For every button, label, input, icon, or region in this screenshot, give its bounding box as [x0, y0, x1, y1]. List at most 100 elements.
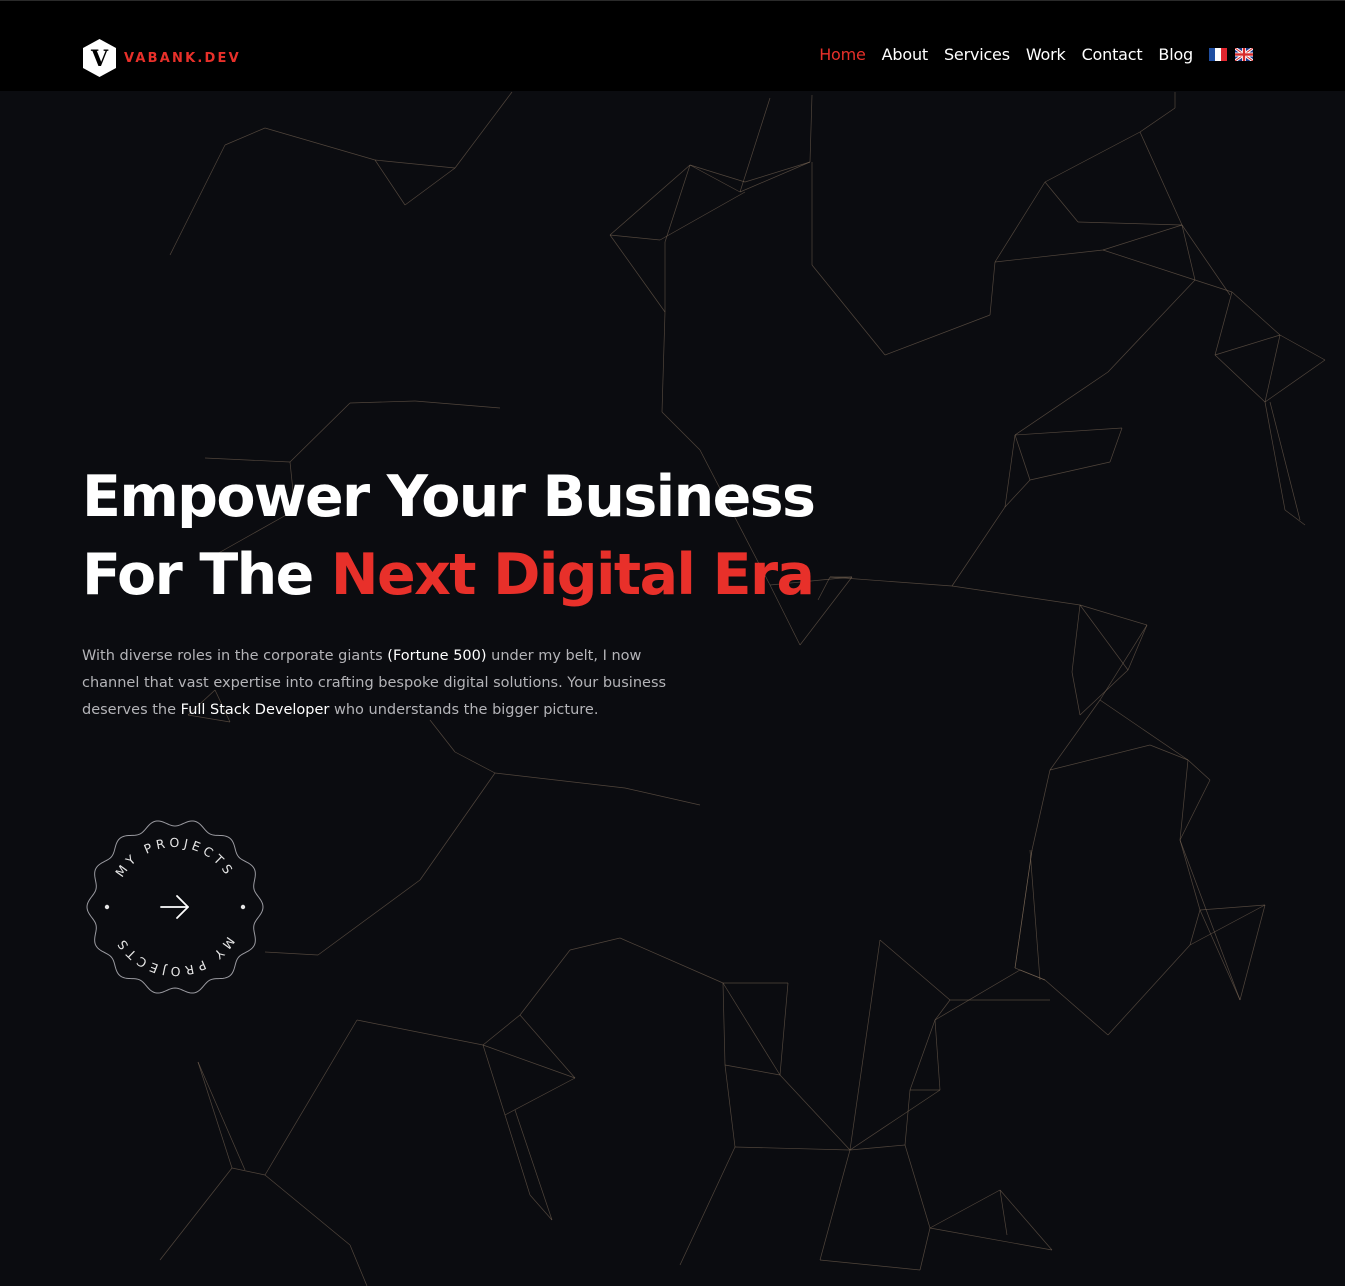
network-line — [999, 1189, 1053, 1251]
network-line — [739, 161, 811, 193]
network-line — [1139, 107, 1176, 133]
arrow-right-icon — [160, 895, 189, 919]
network-line — [197, 1061, 246, 1171]
network-line — [734, 1146, 851, 1151]
network-line — [904, 1089, 911, 1146]
network-line — [934, 1019, 941, 1091]
network-line — [909, 1019, 936, 1091]
network-line — [1214, 354, 1266, 403]
network-line — [624, 787, 701, 806]
network-line — [819, 1259, 921, 1271]
hero-description: With diverse roles in the corporate gian… — [82, 643, 672, 724]
my-projects-badge: MY PROJECTS MY PROJECTS — [86, 820, 264, 994]
network-line — [569, 937, 621, 951]
network-line — [661, 411, 701, 451]
main-nav: Home About Services Work Contact Blog — [819, 45, 1253, 64]
network-line — [169, 144, 226, 256]
network-line — [739, 97, 771, 193]
network-line — [264, 951, 319, 956]
nav-link-services[interactable]: Services — [944, 45, 1010, 64]
logo-hexagon-icon: V — [83, 39, 116, 77]
network-line — [1014, 427, 1123, 436]
network-line — [744, 161, 811, 183]
network-line — [1044, 181, 1079, 223]
network-line — [1127, 624, 1148, 671]
site-logo[interactable]: V VABANK.DEV — [82, 38, 241, 78]
network-line — [661, 311, 666, 413]
network-line — [849, 939, 881, 1151]
network-line — [1181, 224, 1231, 296]
network-line — [1189, 909, 1201, 946]
network-line — [1071, 671, 1081, 716]
network-line — [1019, 969, 1046, 981]
network-line — [1107, 944, 1191, 1036]
network-line — [482, 1044, 576, 1079]
network-line — [374, 159, 406, 206]
network-line — [1079, 604, 1129, 671]
network-line — [779, 1074, 851, 1151]
network-line — [849, 1089, 941, 1151]
network-line — [419, 772, 496, 881]
network-line — [317, 879, 421, 956]
nav-link-contact[interactable]: Contact — [1082, 45, 1143, 64]
network-line — [779, 982, 789, 1076]
network-line — [1199, 909, 1241, 1001]
network-line — [1179, 759, 1189, 841]
network-line — [1187, 759, 1211, 781]
badge-dot-left — [104, 904, 110, 910]
network-line — [722, 982, 726, 1066]
network-line — [722, 982, 781, 1076]
network-line — [414, 400, 501, 409]
network-line — [1214, 291, 1233, 356]
network-line — [619, 937, 724, 984]
brand-name: VABANK.DEV — [124, 50, 241, 66]
network-line — [811, 264, 886, 356]
network-line — [1181, 224, 1196, 281]
network-line — [1077, 221, 1183, 226]
network-line — [197, 1061, 233, 1169]
nav-link-home[interactable]: Home — [819, 45, 866, 64]
network-line — [929, 1189, 1001, 1229]
network-line — [1044, 131, 1141, 183]
network-line — [1102, 224, 1183, 251]
network-line — [989, 261, 996, 316]
network-line — [609, 234, 661, 241]
network-line — [454, 91, 513, 169]
network-line — [1004, 479, 1031, 508]
network-line — [231, 1167, 266, 1176]
network-line — [724, 1064, 781, 1076]
nav-link-blog[interactable]: Blog — [1158, 45, 1193, 64]
network-line — [356, 1019, 484, 1046]
network-line — [1014, 371, 1109, 436]
network-line — [482, 1044, 506, 1116]
nav-link-about[interactable]: About — [882, 45, 929, 64]
network-line — [1107, 279, 1196, 373]
network-line — [904, 1144, 931, 1229]
network-line — [264, 1019, 358, 1176]
network-line — [659, 191, 746, 241]
flag-fr-icon[interactable] — [1209, 48, 1227, 61]
hero-title-line1: Empower Your Business — [82, 464, 816, 530]
network-line — [1031, 769, 1051, 851]
network-line — [349, 1244, 368, 1286]
nav-link-work[interactable]: Work — [1026, 45, 1066, 64]
logo-letter: V — [90, 46, 109, 72]
network-line — [1079, 604, 1148, 626]
network-line — [679, 1146, 736, 1266]
network-line — [159, 1167, 233, 1261]
network-line — [494, 772, 626, 789]
my-projects-button[interactable]: MY PROJECTS MY PROJECTS — [82, 814, 268, 1000]
badge-dot-right — [240, 904, 246, 910]
network-line — [519, 1014, 576, 1079]
network-line — [349, 400, 416, 404]
network-line — [1264, 334, 1281, 403]
network-line — [1014, 434, 1031, 481]
network-line — [1189, 904, 1266, 946]
network-line — [919, 1227, 931, 1271]
flag-uk-icon[interactable] — [1235, 48, 1253, 61]
network-line — [1179, 839, 1201, 911]
network-line — [1029, 849, 1041, 981]
network-line — [1264, 359, 1326, 403]
network-line — [609, 234, 666, 313]
network-line — [1102, 249, 1196, 281]
